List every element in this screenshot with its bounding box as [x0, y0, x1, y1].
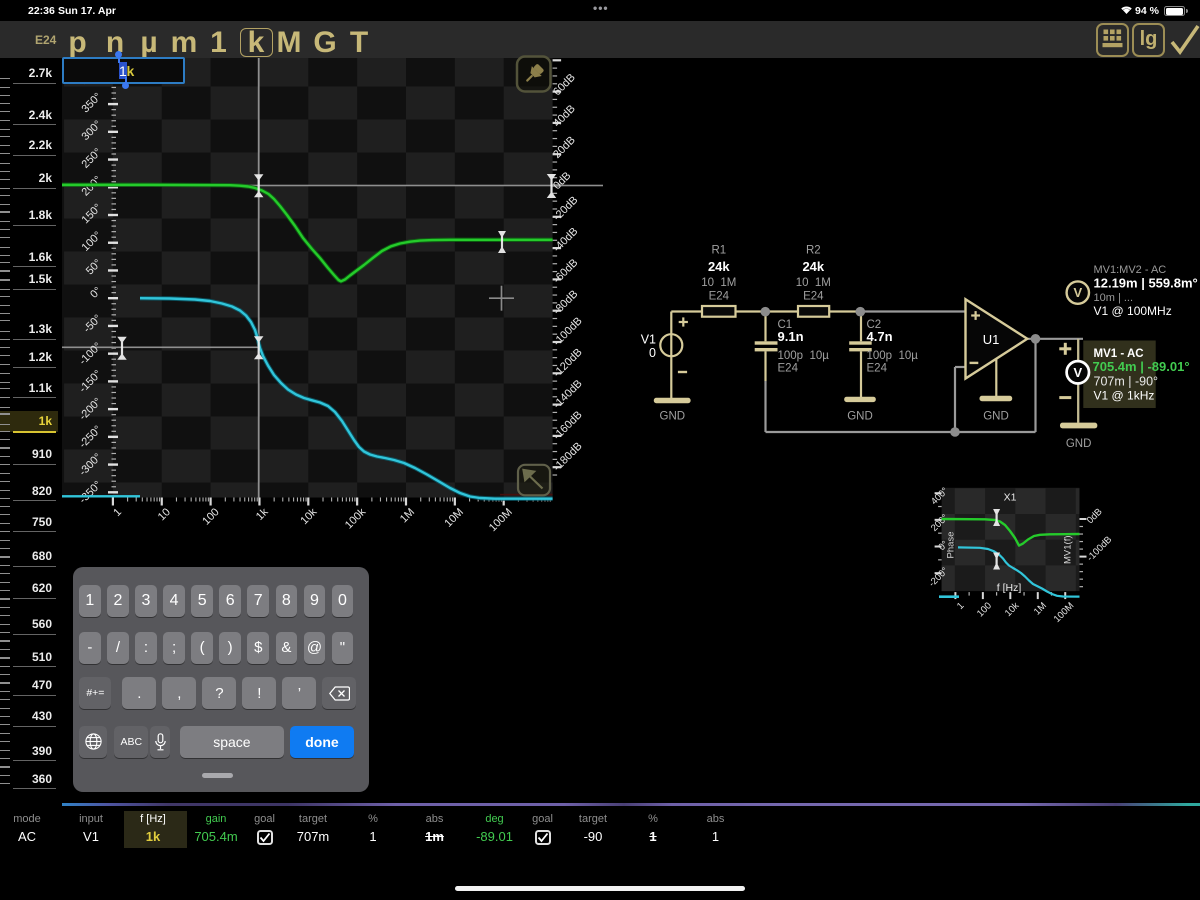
svg-text:100: 100 [975, 600, 994, 619]
svg-text:1M: 1M [398, 506, 417, 525]
svg-text:-160dB: -160dB [551, 409, 585, 443]
svg-text:V1 @ 100MHz: V1 @ 100MHz [1094, 304, 1172, 318]
svg-text:X1: X1 [1004, 492, 1017, 504]
svg-text:V1: V1 [641, 333, 656, 347]
svg-text:100p 10µ: 100p 10µ [867, 350, 919, 362]
svg-text:E24: E24 [867, 363, 888, 375]
svg-text:10k: 10k [1003, 600, 1022, 619]
svg-text:100k: 100k [343, 506, 369, 532]
svg-text:E24: E24 [778, 363, 799, 375]
svg-text:-120dB: -120dB [551, 346, 585, 380]
svg-text:-100dB: -100dB [1085, 534, 1114, 563]
svg-text:1: 1 [111, 506, 124, 519]
svg-text:100: 100 [200, 506, 221, 527]
svg-text:10M: 10M [442, 506, 466, 530]
svg-text:24k: 24k [708, 259, 730, 274]
svg-text:10: 10 [156, 506, 173, 523]
svg-text:-100dB: -100dB [551, 315, 585, 349]
svg-text:1: 1 [955, 600, 967, 612]
svg-text:E24: E24 [709, 291, 730, 303]
svg-text:GND: GND [847, 411, 873, 423]
svg-text:GND: GND [1066, 438, 1092, 450]
svg-text:4.7n: 4.7n [867, 329, 893, 344]
svg-text:GND: GND [660, 411, 686, 423]
svg-text:V: V [1073, 365, 1082, 380]
svg-text:f [Hz]: f [Hz] [997, 582, 1022, 594]
svg-text:707m | -90°: 707m | -90° [1094, 375, 1159, 389]
svg-text:100p 10µ: 100p 10µ [778, 350, 830, 362]
svg-text:10 1M: 10 1M [796, 277, 831, 289]
svg-text:10 1M: 10 1M [701, 277, 736, 289]
svg-text:U1: U1 [983, 332, 1000, 347]
svg-text:0dB: 0dB [1085, 506, 1105, 526]
svg-text:MV1(f): MV1(f) [1063, 536, 1074, 565]
svg-text:10k: 10k [298, 506, 319, 527]
svg-text:100M: 100M [487, 506, 515, 534]
svg-text:-140dB: -140dB [551, 378, 585, 412]
svg-text:E24: E24 [803, 291, 824, 303]
svg-text:V1 @ 1kHz: V1 @ 1kHz [1094, 389, 1155, 403]
svg-text:9.1n: 9.1n [778, 329, 804, 344]
svg-text:R2: R2 [806, 245, 821, 257]
svg-text:24k: 24k [802, 259, 824, 274]
svg-text:12.19m | 559.8m°: 12.19m | 559.8m° [1094, 276, 1198, 291]
svg-text:R1: R1 [711, 245, 726, 257]
svg-text:0dB: 0dB [551, 170, 573, 192]
svg-text:705.4m | -89.01°: 705.4m | -89.01° [1093, 359, 1190, 374]
svg-text:MV1:MV2 - AC: MV1:MV2 - AC [1094, 264, 1167, 276]
svg-text:0: 0 [649, 346, 656, 360]
svg-text:GND: GND [983, 411, 1009, 423]
svg-text:Phase: Phase [946, 532, 957, 559]
svg-text:10m | ...: 10m | ... [1094, 292, 1134, 304]
svg-text:100M: 100M [1052, 600, 1077, 625]
svg-text:V: V [1073, 285, 1082, 300]
svg-text:-180dB: -180dB [551, 440, 585, 474]
svg-text:1k: 1k [254, 506, 271, 523]
svg-text:1M: 1M [1032, 600, 1049, 617]
